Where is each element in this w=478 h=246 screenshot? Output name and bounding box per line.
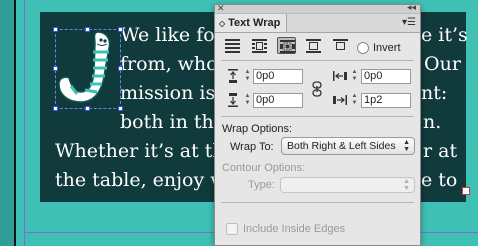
invert-label: Invert [373, 42, 401, 54]
worm-illustration[interactable] [57, 30, 119, 106]
bottom-offset-stepper[interactable]: ▲ ▼ [244, 93, 251, 109]
text-fragment: r at [423, 140, 458, 162]
type-label: Type: [248, 179, 275, 191]
left-offset-icon [333, 71, 347, 81]
divider [221, 60, 414, 61]
hidden-character-dot: · [471, 57, 475, 68]
contour-options-label: Contour Options: [222, 162, 306, 174]
invert-checkbox[interactable] [357, 42, 369, 54]
right-offset-field[interactable]: 1p2 [361, 93, 411, 108]
top-offset-stepper[interactable]: ▲ ▼ [244, 69, 251, 85]
hidden-character-dot: · [471, 86, 475, 97]
text-fragment: n. [423, 111, 442, 133]
top-offset-icon [228, 69, 238, 83]
divider [221, 116, 414, 117]
right-offset-stepper[interactable]: ▲ ▼ [351, 93, 358, 109]
include-inside-edges-checkbox[interactable] [226, 223, 238, 235]
text-fragment: nt: [421, 82, 448, 104]
updown-arrows-icon: ◇ [219, 19, 226, 28]
jump-to-next-column-icon [333, 39, 348, 50]
jump-to-next-column-button[interactable] [331, 37, 350, 54]
hidden-character-dot: · [471, 144, 475, 155]
panel-tabbar: ◇ Text Wrap ▾☰ [215, 14, 420, 33]
text-wrap-panel: ✕ ◂◂ ◇ Text Wrap ▾☰ Invert ▲ ▼ 0p0 ▲ ▼ 0… [214, 3, 421, 246]
selection-handle[interactable] [85, 106, 90, 111]
select-arrows-icon: ▲ ▼ [403, 139, 410, 153]
include-inside-edges-label: Include Inside Edges [243, 223, 346, 235]
selection-handle[interactable] [53, 106, 58, 111]
text-fragment: Our [424, 53, 461, 75]
chain-link-icon[interactable] [310, 81, 324, 97]
wrap-to-select[interactable]: Both Right & Left Sides ▲ ▼ [281, 137, 415, 155]
text-fragment: e it’s [421, 24, 468, 46]
no-text-wrap-icon [225, 39, 240, 53]
close-icon[interactable]: ✕ [217, 4, 225, 13]
jump-object-icon [306, 39, 321, 53]
top-offset-field[interactable]: 0p0 [253, 69, 303, 84]
tab-text-wrap[interactable]: ◇ Text Wrap [215, 14, 288, 32]
wrap-around-object-shape-icon [280, 40, 295, 53]
panel-menu-icon[interactable]: ▾☰ [402, 17, 416, 29]
divider [221, 202, 414, 203]
pasteboard [0, 0, 14, 246]
jump-object-button[interactable] [304, 37, 323, 54]
bottom-offset-field[interactable]: 0p0 [253, 93, 303, 108]
wrap-around-bounding-box-icon [252, 39, 267, 53]
collapse-panel-icon[interactable]: ◂◂ [407, 3, 416, 12]
left-offset-field[interactable]: 0p0 [361, 69, 411, 84]
wrap-options-label: Wrap Options: [222, 123, 293, 135]
no-text-wrap-button[interactable] [223, 37, 242, 54]
right-offset-icon [333, 95, 347, 105]
panel-titlebar[interactable]: ✕ ◂◂ [215, 3, 420, 14]
contour-type-select[interactable]: ▲ ▼ [280, 177, 415, 193]
bottom-offset-icon [228, 93, 238, 107]
selection-handle[interactable] [118, 106, 123, 111]
wrap-object-shape-button[interactable] [277, 37, 296, 54]
wrap-bounding-box-button[interactable] [250, 37, 269, 54]
left-offset-stepper[interactable]: ▲ ▼ [351, 69, 358, 85]
margin-guide [24, 0, 25, 246]
select-arrows-icon: ▲ ▼ [403, 178, 410, 192]
hidden-character-dot: · [471, 28, 475, 39]
out-port-marker[interactable] [462, 187, 470, 195]
text-fragment: e to [421, 169, 458, 191]
wrap-to-value: Both Right & Left Sides [287, 140, 396, 152]
page-edge [14, 0, 16, 246]
wrap-to-label: Wrap To: [230, 141, 274, 153]
